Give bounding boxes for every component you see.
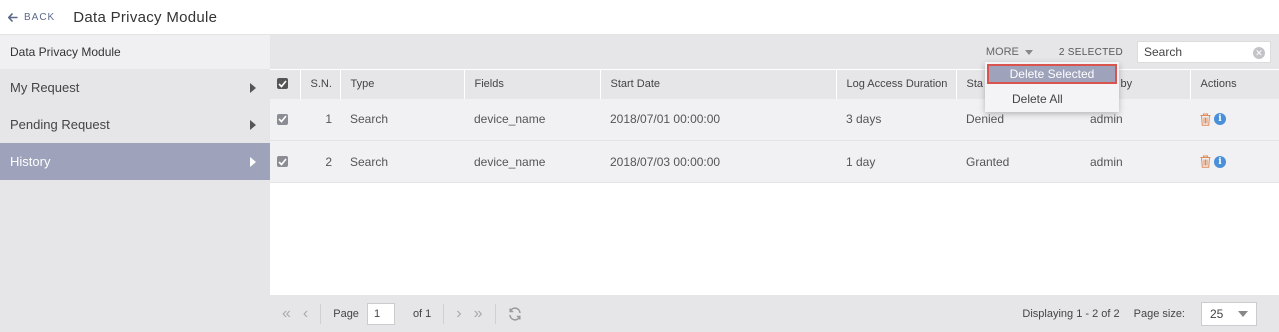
column-header-actions: Actions (1190, 69, 1279, 99)
table-row[interactable]: 1 Search device_name 2018/07/01 00:00:00… (270, 98, 1279, 141)
table-header-row: S.N. Type Fields Start Date Log Access D… (270, 69, 1279, 99)
sidebar: Data Privacy Module My Request Pending R… (0, 35, 270, 332)
table-row[interactable]: 2 Search device_name 2018/07/03 00:00:00… (270, 140, 1279, 183)
info-icon[interactable]: i (1214, 113, 1226, 126)
row-checkbox[interactable] (277, 113, 288, 125)
cell-fields: device_name (464, 98, 600, 141)
row-select-cell[interactable] (270, 98, 300, 141)
sidebar-item-label: My Request (10, 80, 80, 95)
clear-icon[interactable]: ✕ (1253, 47, 1265, 59)
chevron-right-icon (250, 156, 256, 167)
back-button[interactable]: BACK (8, 12, 55, 23)
sidebar-item-my-request[interactable]: My Request (0, 69, 270, 106)
sidebar-heading: Data Privacy Module (0, 35, 270, 69)
cell-sn: 2 (300, 140, 340, 183)
column-header-type[interactable]: Type (340, 69, 465, 99)
cell-duration: 1 day (836, 140, 956, 183)
main-panel: MORE 2 SELECTED ✕ S.N. Type Fields (270, 35, 1279, 332)
more-menu-button[interactable]: MORE (986, 46, 1033, 58)
arrow-left-icon (8, 12, 18, 22)
more-dropdown-menu: Delete Selected Delete All (985, 62, 1119, 112)
prev-page-icon[interactable]: ‹ (303, 305, 308, 323)
sidebar-item-pending-request[interactable]: Pending Request (0, 106, 270, 143)
search-input[interactable] (1144, 45, 1244, 59)
refresh-icon[interactable] (508, 306, 522, 321)
sidebar-item-history[interactable]: History (0, 143, 270, 180)
cell-requested-by: admin (1080, 140, 1190, 183)
column-header-fields[interactable]: Fields (464, 69, 601, 99)
cell-start-date: 2018/07/03 00:00:00 (600, 140, 836, 183)
first-page-icon[interactable]: « (282, 305, 291, 323)
page-total-label: of 1 (412, 307, 432, 320)
page-number-input[interactable] (366, 302, 395, 325)
page-size-label: Page size: (1133, 307, 1185, 320)
page-title: Data Privacy Module (73, 8, 218, 26)
cell-type: Search (340, 140, 464, 183)
row-select-cell[interactable] (270, 140, 300, 183)
select-all-cell[interactable] (270, 69, 301, 99)
pagination-bar: « ‹ Page of 1 › » Displaying 1 - 2 of 2 … (270, 295, 1279, 332)
more-label: MORE (985, 46, 1019, 58)
last-page-icon[interactable]: » (474, 305, 483, 323)
displaying-count: Displaying 1 - 2 of 2 (1022, 307, 1120, 320)
search-box[interactable]: ✕ (1137, 41, 1271, 63)
selected-count: 2 SELECTED (1058, 46, 1123, 58)
history-table: S.N. Type Fields Start Date Log Access D… (270, 69, 1279, 183)
caret-down-icon (1238, 310, 1248, 317)
cell-status: Granted (956, 140, 1080, 183)
select-all-checkbox[interactable] (277, 78, 288, 89)
chevron-right-icon (250, 82, 256, 93)
divider (443, 303, 445, 324)
trash-icon[interactable] (1200, 113, 1211, 126)
sidebar-item-label: History (10, 154, 51, 169)
caret-down-icon (1024, 49, 1033, 55)
info-icon[interactable]: i (1214, 155, 1226, 168)
cell-actions: i (1190, 98, 1279, 141)
divider (320, 303, 322, 324)
chevron-right-icon (250, 119, 256, 130)
toolbar: MORE 2 SELECTED ✕ (270, 35, 1279, 69)
column-header-sn[interactable]: S.N. (300, 69, 341, 99)
top-header: BACK Data Privacy Module (0, 0, 1279, 35)
cell-type: Search (340, 98, 464, 141)
page-label: Page (333, 307, 359, 320)
column-header-start-date[interactable]: Start Date (600, 69, 837, 99)
cell-sn: 1 (300, 98, 340, 141)
divider (494, 303, 496, 324)
trash-icon[interactable] (1200, 155, 1211, 168)
cell-start-date: 2018/07/01 00:00:00 (600, 98, 836, 141)
cell-actions: i (1190, 140, 1279, 183)
cell-duration: 3 days (836, 98, 956, 141)
back-label: BACK (24, 11, 56, 23)
delete-all-menu-item[interactable]: Delete All (985, 86, 1119, 112)
column-header-log-access-duration[interactable]: Log Access Duration (836, 69, 957, 99)
sidebar-item-label: Pending Request (10, 117, 110, 132)
next-page-icon[interactable]: › (456, 305, 461, 323)
cell-fields: device_name (464, 140, 600, 183)
delete-selected-menu-item[interactable]: Delete Selected (987, 64, 1117, 84)
page-size-value: 25 (1210, 306, 1224, 321)
row-checkbox[interactable] (277, 156, 288, 167)
page-size-select[interactable]: 25 (1201, 301, 1257, 326)
